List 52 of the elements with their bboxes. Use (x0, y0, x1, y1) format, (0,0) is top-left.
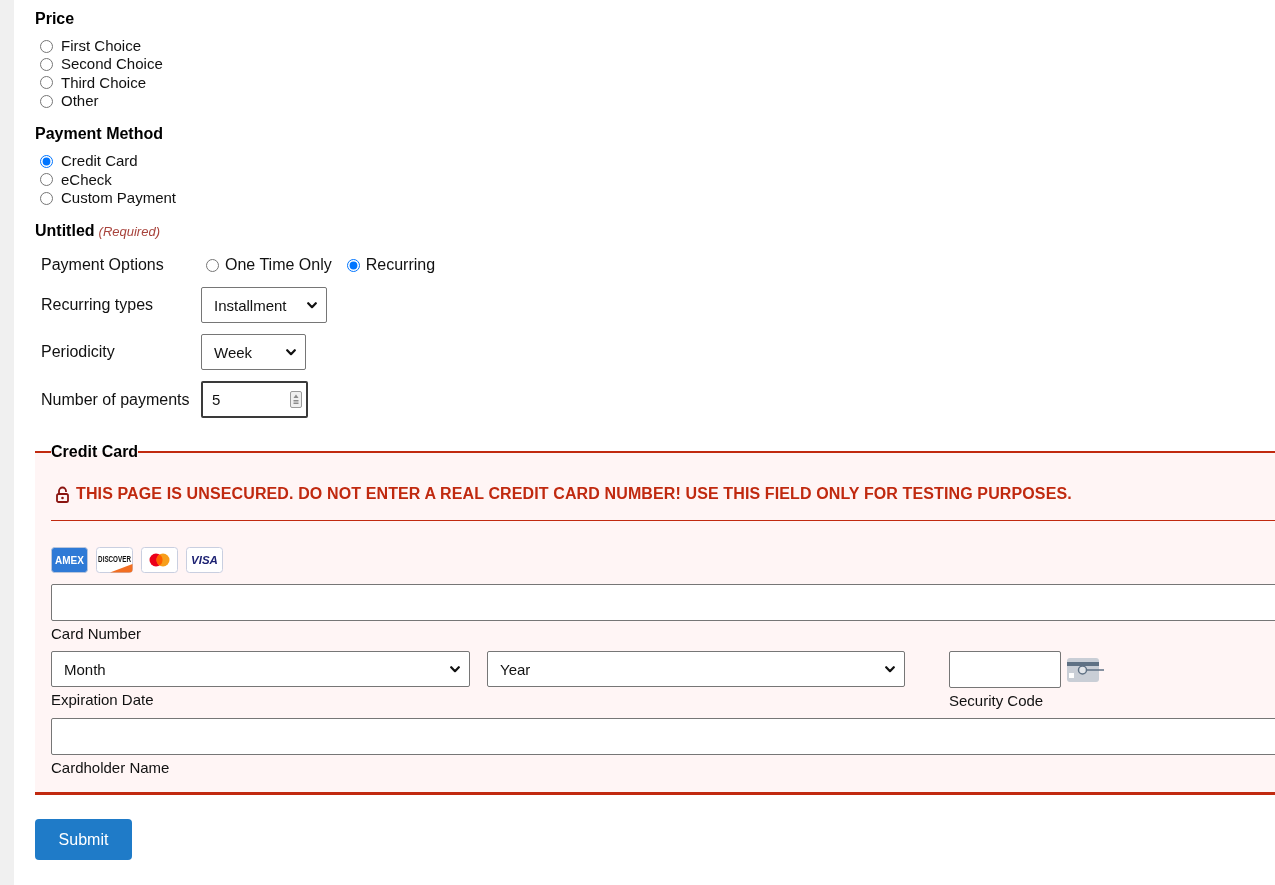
security-code-field[interactable] (949, 651, 1061, 689)
field-label: Payment Options (40, 256, 165, 275)
chevron-down-icon (450, 665, 460, 673)
radio-label[interactable]: Custom Payment (61, 189, 177, 208)
field-label: Card Number (51, 625, 143, 644)
chevron-down-icon (885, 665, 895, 673)
group-heading: Untitled (35, 222, 95, 240)
radio-label[interactable]: eCheck (61, 170, 112, 189)
field-label: Number of payments (40, 390, 191, 409)
radio-button[interactable] (206, 258, 219, 272)
field-label: Periodicity (40, 343, 116, 362)
card-security-code-icon (1067, 657, 1104, 682)
radio-label[interactable]: Credit Card (61, 152, 138, 171)
chevron-down-icon (286, 348, 296, 356)
radio-label[interactable]: First Choice (61, 37, 142, 56)
chevron-down-icon (307, 301, 317, 309)
card-brand-icon: AMEX (51, 547, 88, 574)
lock-icon (56, 485, 69, 503)
card-brand-icon (141, 547, 178, 574)
radio-button[interactable] (40, 154, 53, 168)
radio-label[interactable]: Recurring (365, 256, 436, 275)
radio-label[interactable]: Third Choice (61, 73, 147, 92)
card-number-field[interactable] (51, 584, 1275, 622)
dropdown[interactable]: Year (487, 651, 905, 688)
number-field[interactable]: 5 (201, 381, 308, 419)
group-heading: Price (35, 10, 76, 28)
field-label: Cardholder Name (51, 759, 171, 778)
warning-message: THIS PAGE IS UNSECURED. DO NOT ENTER A REAL CREDIT CARD NUMBER! USE THIS FIELD ONLY FOR TESTING PURPOSES. (76, 485, 1072, 504)
required-note: (Required) (98, 224, 160, 240)
field-label: Expiration Date (51, 691, 155, 710)
card-brand-icon: VISA (186, 547, 223, 574)
radio-button[interactable] (40, 191, 53, 205)
radio-button[interactable] (40, 76, 53, 90)
radio-label[interactable]: One Time Only (225, 256, 332, 275)
radio-label[interactable]: Second Choice (61, 55, 163, 74)
radio-button[interactable] (40, 173, 53, 187)
dropdown[interactable]: Installment (201, 287, 327, 324)
cardholder-name-field[interactable] (51, 718, 1275, 756)
submit-button[interactable]: Submit (35, 819, 132, 861)
field-label: Security Code (949, 692, 1045, 711)
card-brand-icon: DISCOVER (96, 547, 133, 574)
group-heading: Payment Method (35, 125, 164, 144)
radio-button[interactable] (40, 39, 53, 53)
radio-button[interactable] (346, 258, 360, 272)
panel-legend: Credit Card (51, 443, 139, 462)
field-label: Recurring types (40, 296, 155, 315)
spinner-icon[interactable] (290, 391, 302, 409)
dropdown[interactable]: Month (51, 651, 470, 688)
radio-label[interactable]: Other (61, 92, 99, 111)
radio-button[interactable] (40, 58, 53, 71)
dropdown[interactable]: Week (201, 334, 306, 371)
radio-button[interactable] (40, 94, 53, 108)
